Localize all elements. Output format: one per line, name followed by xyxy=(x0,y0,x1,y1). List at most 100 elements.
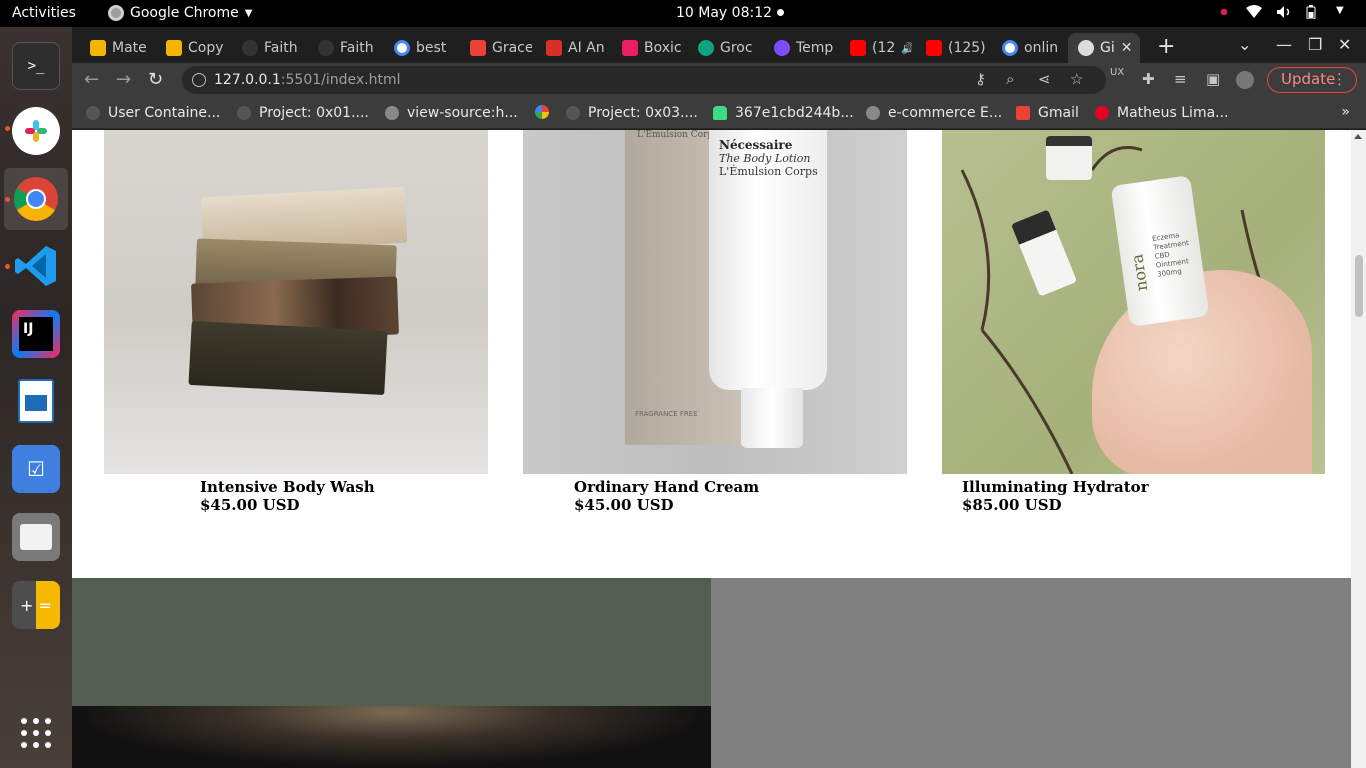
product-image-hydrator[interactable]: nora Eczema Treatment CBD Ointment 300mg xyxy=(942,130,1325,474)
tab[interactable]: Copy xyxy=(156,33,228,63)
bookmark-item[interactable]: Matheus Lima... xyxy=(1095,105,1229,121)
tab[interactable]: Faith xyxy=(308,33,380,63)
files-icon[interactable] xyxy=(12,513,60,561)
youtube-icon xyxy=(850,40,866,56)
running-indicator xyxy=(5,264,10,269)
tab[interactable]: Groc xyxy=(688,33,760,63)
tab[interactable]: Grace xyxy=(460,33,532,63)
dock: >_ IJ ☑ + = xyxy=(0,27,72,768)
tab-strip: Mate Copy Faith Faith best Grace AI An B… xyxy=(72,27,1366,63)
slack-icon[interactable] xyxy=(12,107,60,155)
share-icon[interactable]: ⋖ xyxy=(1038,70,1051,88)
volume-icon[interactable] xyxy=(1276,5,1292,19)
side-panel-icon[interactable]: ▣ xyxy=(1206,70,1220,88)
page-scrollbar[interactable] xyxy=(1351,130,1366,768)
bookmark-star-icon[interactable]: ☆ xyxy=(1070,70,1083,88)
forward-icon[interactable]: → xyxy=(116,69,131,90)
canva-icon xyxy=(774,40,790,56)
youtube-icon xyxy=(926,40,942,56)
reading-list-icon[interactable]: ≡ xyxy=(1174,70,1187,88)
product-price: $45.00 USD xyxy=(574,496,674,514)
restore-icon[interactable]: ❐ xyxy=(1308,35,1322,54)
google-icon xyxy=(1002,40,1018,56)
tab-favicon-icon xyxy=(622,40,638,56)
zoom-icon[interactable]: ⌕ xyxy=(1006,70,1014,88)
key-icon[interactable]: ⚷ xyxy=(975,70,986,88)
battery-icon[interactable] xyxy=(1306,5,1322,20)
tab[interactable]: Mate xyxy=(80,33,152,63)
terminal-icon[interactable]: >_ xyxy=(12,42,60,90)
extensions-puzzle-icon[interactable]: ✚ xyxy=(1142,70,1155,88)
gmail-icon xyxy=(470,40,486,56)
chrome-icon[interactable] xyxy=(4,168,68,230)
tab[interactable]: (12 🔊 xyxy=(840,33,912,63)
app-grid-icon[interactable] xyxy=(12,709,60,757)
scroll-up-arrow-icon[interactable] xyxy=(1354,134,1362,139)
bookmark-favicon-icon xyxy=(566,106,580,120)
globe-icon xyxy=(866,106,880,120)
bookmark-item[interactable] xyxy=(535,105,557,119)
clock[interactable]: 10 May 08:12 xyxy=(676,5,772,21)
scrollbar-thumb[interactable] xyxy=(1355,255,1363,317)
tab[interactable]: Boxic xyxy=(612,33,684,63)
product-image-hand-cream[interactable]: L'Émulsion Corps FRAGRANCE FREE Nécessai… xyxy=(523,130,907,474)
reload-icon[interactable]: ↻ xyxy=(148,69,163,90)
bookmark-item[interactable]: User Containe... xyxy=(86,105,220,121)
app-menu[interactable]: Google Chrome ▼ xyxy=(108,5,252,21)
bookmark-item[interactable]: e-commerce E... xyxy=(866,105,1002,121)
globe-icon xyxy=(385,106,399,120)
tab[interactable]: Faith xyxy=(232,33,304,63)
tab-active[interactable]: Gi ✕ xyxy=(1068,33,1140,63)
github-icon xyxy=(318,40,334,56)
wifi-icon[interactable] xyxy=(1246,5,1262,19)
product-image-body-wash[interactable] xyxy=(104,130,488,474)
small-jar xyxy=(1046,136,1092,180)
product-price: $85.00 USD xyxy=(962,496,1062,514)
lotion-tube: Nécessaire The Body Lotion L'Émulsion Co… xyxy=(709,130,827,390)
address-bar[interactable]: 127.0.0.1:5501/index.html xyxy=(182,66,1106,94)
site-info-icon[interactable] xyxy=(192,73,206,87)
intellij-icon[interactable]: IJ xyxy=(12,310,60,358)
banner-portrait-image xyxy=(72,706,711,768)
tab-search-chevron-icon[interactable]: ⌄ xyxy=(1238,35,1251,54)
system-tray[interactable]: ▼ xyxy=(1216,5,1352,20)
tasks-icon[interactable]: ☑ xyxy=(12,445,60,493)
vscode-icon[interactable] xyxy=(12,242,60,290)
tab[interactable]: (125) xyxy=(916,33,988,63)
kebab-menu-icon[interactable]: ⋮ xyxy=(1332,68,1347,91)
profile-avatar[interactable] xyxy=(1236,71,1254,89)
tab[interactable]: best xyxy=(384,33,456,63)
bookmark-item[interactable]: Project: 0x01.... xyxy=(237,105,369,121)
product-name[interactable]: Illuminating Hydrator xyxy=(962,478,1149,496)
bookmark-item[interactable]: Gmail xyxy=(1016,105,1079,121)
bookmark-favicon-icon xyxy=(86,106,100,120)
bookmark-item[interactable]: Project: 0x03.... xyxy=(566,105,698,121)
calculator-icon[interactable]: + = xyxy=(12,581,60,629)
minimize-icon[interactable]: — xyxy=(1276,35,1292,54)
tab[interactable]: Temp xyxy=(764,33,836,63)
bookmark-item[interactable]: view-source:h... xyxy=(385,105,518,121)
ux-extension-icon[interactable]: UX xyxy=(1110,67,1124,78)
back-icon[interactable]: ← xyxy=(84,69,99,90)
close-tab-icon[interactable]: ✕ xyxy=(1121,40,1133,56)
libreoffice-impress-icon[interactable] xyxy=(12,377,60,425)
android-icon xyxy=(713,106,727,120)
product-name[interactable]: Ordinary Hand Cream xyxy=(574,478,759,496)
page-viewport: Intensive Body Wash $45.00 USD L'Émulsio… xyxy=(72,130,1351,768)
new-tab-button[interactable]: + xyxy=(1157,34,1175,59)
tab-favicon-icon xyxy=(90,40,106,56)
tab[interactable]: AI An xyxy=(536,33,608,63)
slack-tray-icon[interactable] xyxy=(1216,5,1232,19)
soap-bar xyxy=(188,320,388,396)
power-menu-chevron-icon[interactable]: ▼ xyxy=(1336,5,1352,19)
bookmark-item[interactable]: 367e1cbd244b... xyxy=(713,105,854,121)
bookmarks-overflow-icon[interactable]: » xyxy=(1341,104,1350,120)
activities-button[interactable]: Activities xyxy=(12,5,76,21)
tab[interactable]: onlin xyxy=(992,33,1064,63)
google-icon xyxy=(394,40,410,56)
close-window-icon[interactable]: ✕ xyxy=(1338,35,1351,54)
banner-panel-green xyxy=(72,578,711,706)
product-name[interactable]: Intensive Body Wash xyxy=(200,478,375,496)
update-button[interactable]: Update ⋮ xyxy=(1267,67,1357,93)
speaker-icon[interactable]: 🔊 xyxy=(901,42,912,55)
